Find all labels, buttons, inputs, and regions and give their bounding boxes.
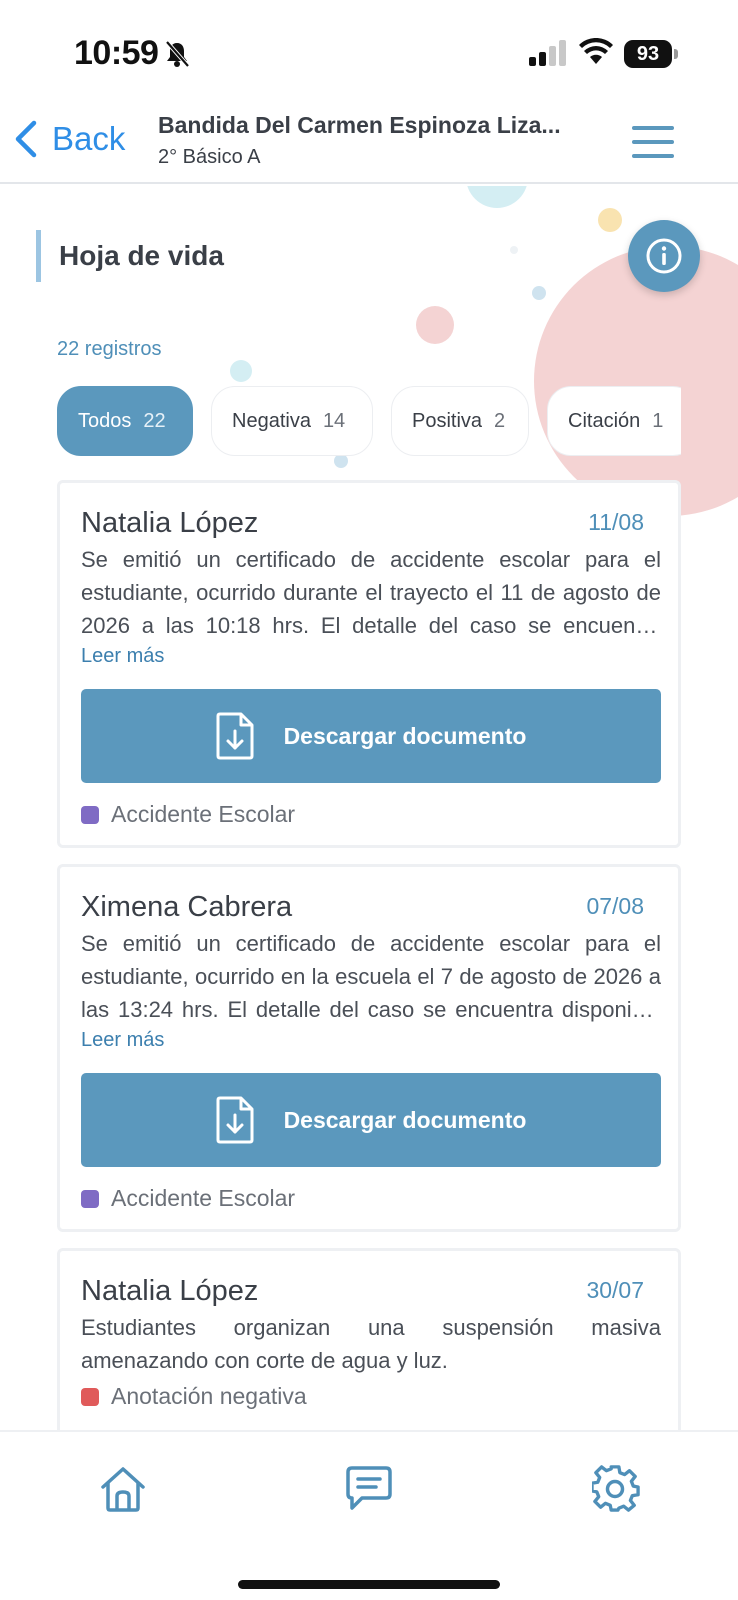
document-download-icon	[216, 1096, 254, 1144]
battery-icon: 93	[624, 40, 672, 68]
download-document-button[interactable]: Descargar documento	[81, 689, 661, 783]
status-time: 10:59	[74, 34, 159, 72]
chip-count: 22	[143, 409, 166, 432]
decor-bubble	[466, 186, 528, 208]
wifi-icon	[579, 38, 613, 64]
chip-label: Citación	[568, 409, 641, 432]
bottom-nav	[0, 1430, 738, 1600]
record-text: Estudiantes organizan una suspensión mas…	[81, 1315, 661, 1373]
filter-chip-citacion[interactable]: Citación 1	[547, 386, 681, 456]
download-label: Descargar documento	[283, 722, 527, 749]
download-label: Descargar documento	[283, 1106, 527, 1133]
record-text: Se emitió un certificado de accidente es…	[81, 547, 661, 638]
decor-bubble	[416, 306, 454, 344]
decor-bubble	[598, 208, 622, 232]
gear-icon[interactable]	[592, 1464, 640, 1514]
record-author: Natalia López	[81, 1275, 259, 1307]
student-class: 2° Básico A	[158, 146, 261, 168]
record-card: Ximena Cabrera 07/08 Se emitió un certif…	[57, 864, 681, 1232]
record-author: Natalia López	[81, 507, 259, 539]
record-card: Natalia López 11/08 Se emitió un certifi…	[57, 480, 681, 848]
chip-count: 14	[322, 409, 346, 432]
record-tag: Accidente Escolar	[81, 1185, 295, 1212]
status-bar: 10:59 93	[0, 0, 738, 100]
filter-chips: Todos 22 Negativa 14 Positiva 2 Citación…	[57, 386, 681, 458]
tag-color-dot	[81, 1387, 99, 1406]
record-card: Natalia López 30/07 Estudiantes organiza…	[57, 1248, 681, 1430]
chip-label: Positiva	[412, 409, 483, 432]
read-more-link[interactable]: Leer más	[81, 645, 164, 668]
filter-chip-todos[interactable]: Todos 22	[57, 386, 193, 456]
record-author: Ximena Cabrera	[81, 891, 293, 923]
info-icon	[646, 238, 682, 274]
tag-color-dot	[81, 1189, 99, 1208]
read-more-link[interactable]: Leer más	[81, 1029, 164, 1052]
tag-color-dot	[81, 805, 99, 824]
home-icon[interactable]	[98, 1464, 148, 1514]
download-document-button[interactable]: Descargar documento	[81, 1073, 661, 1167]
chip-count: 2	[494, 409, 506, 432]
decor-bubble	[510, 246, 518, 254]
document-download-icon	[216, 712, 254, 760]
record-tag: Accidente Escolar	[81, 801, 295, 828]
main-content: Hoja de vida 22 registros Todos 22 Negat…	[0, 186, 738, 1430]
record-date: 07/08	[586, 893, 644, 919]
record-date: 30/07	[586, 1277, 644, 1303]
back-label: Back	[52, 120, 126, 157]
chat-icon[interactable]	[346, 1464, 392, 1514]
decor-bubble	[534, 246, 738, 516]
tag-label: Accidente Escolar	[111, 1185, 296, 1211]
records-count: 22 registros	[57, 338, 162, 360]
chip-label: Negativa	[232, 409, 311, 432]
chip-count: 1	[652, 409, 664, 432]
page-title: Hoja de vida	[36, 230, 224, 282]
signal-icon	[529, 40, 566, 66]
record-tag: Anotación negativa	[81, 1383, 307, 1410]
decor-bubble	[532, 286, 546, 300]
filter-chip-positiva[interactable]: Positiva 2	[391, 386, 529, 456]
tag-label: Accidente Escolar	[111, 801, 296, 827]
bell-off-icon	[165, 40, 190, 68]
home-indicator	[238, 1580, 500, 1589]
hamburger-menu-icon[interactable]	[632, 124, 674, 160]
record-date: 11/08	[588, 509, 644, 535]
back-button[interactable]: Back	[14, 120, 125, 158]
chip-label: Todos	[78, 409, 132, 432]
record-text: Se emitió un certificado de accidente es…	[81, 931, 661, 1022]
tag-label: Anotación negativa	[111, 1383, 307, 1409]
student-name: Bandida Del Carmen Espinoza Liza...	[158, 112, 561, 138]
chevron-left-icon	[15, 120, 37, 158]
filter-chip-negativa[interactable]: Negativa 14	[211, 386, 373, 456]
app-header: Back Bandida Del Carmen Espinoza Liza...…	[0, 100, 738, 184]
info-button[interactable]	[628, 220, 700, 292]
battery-tip	[674, 49, 678, 59]
decor-bubble	[230, 360, 252, 382]
